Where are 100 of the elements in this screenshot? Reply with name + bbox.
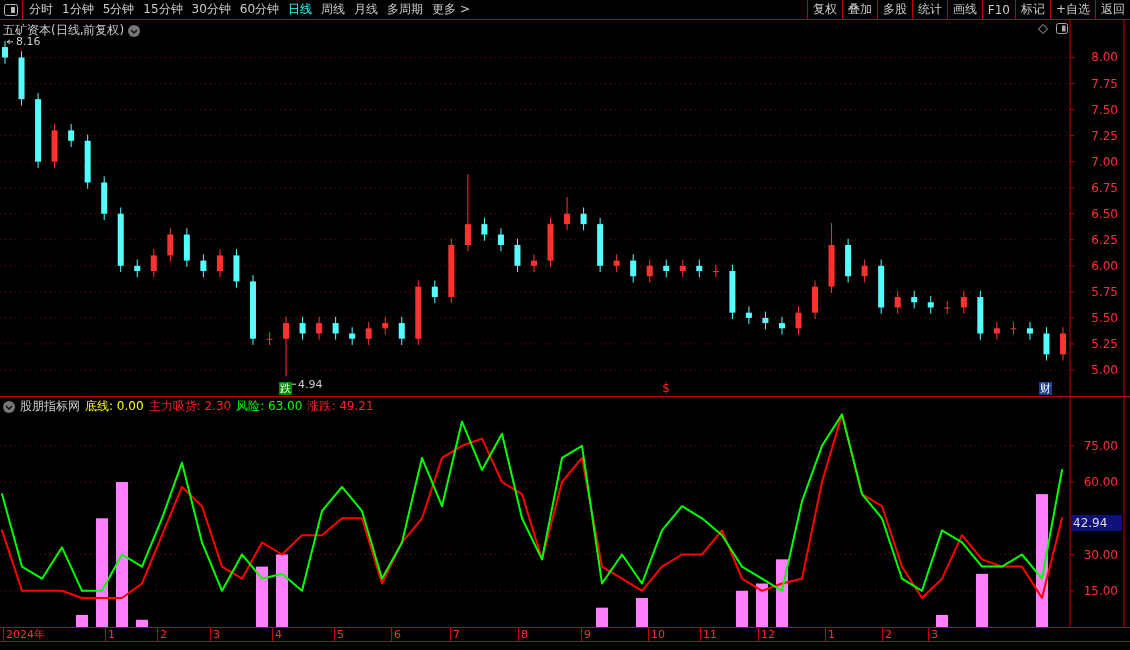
candlestick xyxy=(663,259,670,278)
event-marker[interactable]: $ xyxy=(662,382,670,395)
candlestick xyxy=(134,259,141,278)
panel-toggle-icon[interactable] xyxy=(4,3,18,16)
candlestick xyxy=(960,290,967,315)
histogram-bar xyxy=(976,573,988,627)
indicator-name: 股朋指标网 xyxy=(20,398,80,415)
price-axis-label: 5.25 xyxy=(1091,336,1118,351)
legend-value: 风险: 63.00 xyxy=(236,398,303,415)
period-tab[interactable]: 60分钟 xyxy=(239,1,280,18)
candlestick xyxy=(2,40,8,65)
period-tab[interactable]: 日线 xyxy=(288,1,313,18)
date-axis-label: 8 xyxy=(518,628,528,642)
candlestick xyxy=(249,274,256,346)
candlestick xyxy=(150,248,157,278)
candlestick xyxy=(497,227,504,252)
candlestick xyxy=(299,316,306,341)
candlestick xyxy=(911,290,918,309)
candlestick xyxy=(18,50,25,106)
candlestick xyxy=(200,253,207,278)
candlestick xyxy=(283,316,290,377)
panel-toggle-icon[interactable] xyxy=(1056,23,1068,34)
date-axis-label: 9 xyxy=(581,628,591,642)
candlestick xyxy=(415,279,422,346)
candlestick xyxy=(365,321,372,346)
current-value-label: 42.94 xyxy=(1071,515,1122,532)
date-axis-label: 7 xyxy=(450,628,460,642)
candlestick xyxy=(51,123,58,169)
period-tab[interactable]: 更多 > xyxy=(432,1,470,18)
histogram-bar xyxy=(636,598,648,627)
candlestick xyxy=(183,227,190,268)
period-tab[interactable]: 周线 xyxy=(321,1,346,18)
dropdown-icon[interactable] xyxy=(128,24,141,37)
date-axis-label: 1 xyxy=(105,628,115,642)
candlestick xyxy=(1010,321,1017,336)
candlestick xyxy=(117,207,124,273)
date-axis-label: 1 xyxy=(825,628,835,642)
histogram-bar xyxy=(776,559,788,627)
date-axis-label: 6 xyxy=(391,628,401,642)
price-axis-label: 7.75 xyxy=(1091,76,1118,91)
indicator-axis-label: 60.00 xyxy=(1083,475,1118,490)
candlestick xyxy=(332,316,339,341)
legend-value: 主力吸货: 2.30 xyxy=(148,398,232,415)
period-tab[interactable]: 15分钟 xyxy=(143,1,183,18)
event-badge[interactable]: 财 xyxy=(1039,382,1053,395)
histogram-bar xyxy=(256,566,268,627)
candlestick xyxy=(448,238,455,304)
price-annotation: 8.16 xyxy=(16,34,41,48)
period-tab[interactable]: 分时 xyxy=(29,1,53,18)
candlestick xyxy=(944,300,951,315)
period-tab[interactable]: 月线 xyxy=(354,1,379,18)
price-annotation: 4.94 xyxy=(298,378,323,392)
price-axis-label: 6.75 xyxy=(1091,180,1118,195)
candlestick xyxy=(68,123,75,148)
candlestick xyxy=(580,207,587,231)
date-axis-label: 2 xyxy=(882,628,892,642)
date-axis-label: 11 xyxy=(700,628,717,642)
histogram-bar xyxy=(596,607,608,627)
candlestick xyxy=(349,326,356,346)
date-axis-label: 3 xyxy=(210,628,220,642)
price-axis-label: 5.50 xyxy=(1091,310,1118,325)
date-axis-label: 3 xyxy=(928,628,938,642)
diamond-icon[interactable] xyxy=(1038,23,1048,34)
candlestick xyxy=(1060,326,1066,362)
candlestick xyxy=(167,227,174,263)
candlestick xyxy=(778,316,785,336)
candlestick xyxy=(679,259,686,278)
price-axis-label: 7.00 xyxy=(1091,154,1118,169)
event-badge[interactable]: 跌 xyxy=(279,382,293,395)
indicator-axis-label: 30.00 xyxy=(1083,547,1118,562)
candlestick xyxy=(431,279,438,304)
candlestick xyxy=(795,305,802,336)
candlestick xyxy=(101,175,108,221)
candlestick xyxy=(861,259,868,283)
price-axis-label: 5.00 xyxy=(1091,362,1118,377)
price-axis-label: 7.50 xyxy=(1091,102,1118,117)
candlestick xyxy=(233,248,240,289)
candlestick xyxy=(977,290,984,341)
dropdown-icon[interactable] xyxy=(3,400,15,413)
candlestick xyxy=(597,217,604,273)
candlestick xyxy=(1026,321,1033,341)
price-axis-label: 8.00 xyxy=(1091,50,1118,65)
date-axis-label: 10 xyxy=(648,628,665,642)
date-axis-label: 5 xyxy=(334,628,344,642)
period-tab[interactable]: 1分钟 xyxy=(62,1,94,18)
period-tab[interactable]: 5分钟 xyxy=(102,1,135,18)
period-tab[interactable]: 30分钟 xyxy=(191,1,231,18)
candlestick xyxy=(993,321,1000,341)
candlestick xyxy=(531,253,537,273)
candlestick xyxy=(845,238,852,283)
price-axis-label: 7.25 xyxy=(1091,128,1118,143)
candlestick xyxy=(745,305,752,325)
candlestick xyxy=(398,316,405,346)
candlestick xyxy=(646,259,653,283)
candlestick xyxy=(564,196,571,231)
price-axis-label: 6.00 xyxy=(1091,258,1118,273)
period-tab[interactable]: 多周期 xyxy=(387,1,424,18)
legend-value: 涨跌: 49.21 xyxy=(307,398,374,415)
histogram-bar xyxy=(736,590,748,627)
date-axis-label: 12 xyxy=(758,628,775,642)
